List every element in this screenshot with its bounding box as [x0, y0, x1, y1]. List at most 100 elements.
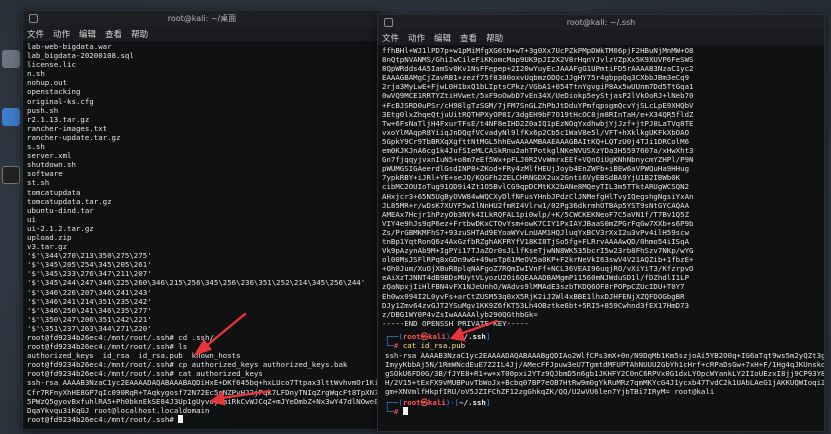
shell-prompt: root@fd9234b26ec4:/mnt/root/.ssh# [27, 342, 179, 352]
menu-edit[interactable]: 编辑 [79, 28, 96, 40]
menu-file[interactable]: 文件 [27, 28, 44, 40]
terminal-line: AHxjcr3+65N5UgByOVW84wWQCXyDlfNFusYHnbJP… [382, 191, 694, 201]
prompt-line-2: ┌──(root㉿kali)-[~/.ssh] [385, 398, 490, 407]
menu-file[interactable]: 文件 [382, 32, 399, 44]
shell-prompt: root@fd9234b26ec4:/mnt/root/.ssh# [27, 360, 179, 370]
public-key-output: ssh-rsa AAAAB3NzaC1yc2EAAAADAQABAAABgQDI… [385, 351, 825, 397]
terminal-line: Cfr7RFnyXhHE8GP7qIc090RqR+TAqkygosf72N72… [27, 387, 381, 397]
menu-help[interactable]: 帮助 [486, 32, 503, 44]
terminal-line: z/DBG1WY0P4vZsIwAAAAAlyb290QGthbGk= [382, 309, 538, 319]
menu-view[interactable]: 查看 [460, 32, 477, 44]
terminal-window-right[interactable]: root@kali: ~/.ssh 文件 动作 编辑 查看 帮助 ffhBHl+… [377, 14, 825, 432]
prompt-line-1: ┌──(root㉿kali)-[~/.ssh] [385, 332, 490, 341]
shell-command: cat authorized_keys [178, 369, 263, 379]
prompt-user-host: root㉿kali [402, 332, 446, 341]
terminal-line: Vk9pAzynAb9M+IgPYi17TJaZOr0sJLlfKseTjwNN… [382, 246, 694, 256]
terminal-window-left[interactable]: root@kali: ~/桌面 文件 动作 编辑 查看 帮助 lab-web-b… [22, 10, 382, 430]
terminal-line: rancher-images.txt [27, 123, 108, 133]
terminal-line: Zs/PrGBMKMFhS7+93zuSHTAd9EYoaWYvLnUAM1HQ… [382, 227, 690, 237]
terminal-line: '$'\350\247\206\351\242\221' [27, 314, 152, 324]
terminal-line: ui [27, 214, 36, 224]
text-cursor [402, 407, 408, 415]
terminal-line: +Oh0Jum/XuOjXBuR8plqNAFgoZ7RQmIwIVnFf+NC… [382, 264, 694, 274]
terminal-line: eAiXzTJNNT4dB9BDsMUytVLyozU2Oi6QEAAADBAM… [382, 273, 690, 283]
menu-edit[interactable]: 编辑 [434, 32, 451, 44]
desktop-terminal-icon[interactable] [2, 166, 20, 184]
shell-command: cp authorized_keys authorized_keys.bak [178, 360, 348, 370]
window-titlebar[interactable]: root@kali: ~/桌面 [23, 11, 381, 26]
terminal-line: 7ypkRBY+iJRl+YE+seJQ/KQGFh2ZELCHRNGDX2ux… [382, 173, 681, 183]
terminal-line: '$'\345\205\254\345\205\261' [27, 260, 152, 270]
terminal-line: tomcatupdata.tar.gz [27, 196, 112, 206]
prompt-frame-mid: )-[ [445, 332, 460, 341]
terminal-line: 3Etg0lxZhqeQtjuUitRQTHPXyOP8I/3dgEH9bF7O… [382, 109, 694, 119]
terminal-line: ubuntu-dind.tar [27, 205, 94, 215]
terminal-line: 5GpkY9Cr9TbBRXqXgfttNtMGL5hhEwAAAAMBAAEA… [382, 136, 690, 146]
terminal-line: DJy1Zmv64zvGJT2YSuMgv1KK9Z6fKT53Lh4OBztk… [382, 300, 690, 310]
terminal-line: upload.zip [27, 232, 72, 242]
terminal-line: software [27, 169, 63, 179]
prompt-frame-bottom: └─ [385, 407, 394, 416]
terminal-line: DqaYkvqu3iKqGJ root@localhost.localdomai… [27, 405, 210, 415]
terminal-line: lab_bigdata-20200108.sql [27, 51, 134, 61]
shell-command: cd .ssh/ [178, 333, 214, 342]
public-key-line: ssh-rsa AAAAB3NzaC1yc2EAAAADAQABAAABgQDI… [385, 351, 825, 360]
terminal-line: 0wVQ9MCE1RRTYZtiHVwet/5xF9oOwbD7vEn34X/U… [382, 91, 694, 101]
desktop-file-icon[interactable] [2, 50, 20, 68]
terminal-line: lab-web-bigdata.war [27, 42, 112, 51]
menu-help[interactable]: 帮助 [131, 28, 148, 40]
terminal-line: zQaNpxjIiHlFBN4vFX1NJeUnhO/WAdvs9lMMAdE3… [382, 282, 685, 292]
public-key-line: ImyyKbbAj5N/1RmWNcdEuE7Z2IL4Jj/AMecFFJpu… [385, 360, 825, 370]
terminal-line: ol00MsJSFlRPq8xGDn9wG+49wsTp61MeOV5a0KP+… [382, 255, 694, 265]
terminal-line: '$'\345\244\247\346\225\260\346\215\256\… [27, 278, 366, 288]
window-title: root@kali: ~/桌面 [167, 14, 237, 23]
terminal-line: authorized_keys id_rsa id_rsa.pub known_… [27, 351, 241, 361]
window-title: root@kali: ~/.ssh [566, 18, 636, 27]
menu-view[interactable]: 查看 [105, 28, 122, 40]
terminal-line: license.lic [27, 60, 76, 70]
prompt-user-host: root㉿kali [402, 398, 446, 407]
active-prompt[interactable]: └─# [385, 407, 408, 416]
terminal-line: -----END OPENSSH PRIVATE KEY----- [382, 318, 529, 328]
terminal-line: v3.tar.gz [27, 242, 68, 252]
public-key-line: gSOkU6FD0G/3B/fJYE8+R1+w+xT00pxi2YTz9QJb… [385, 369, 825, 379]
terminal-line: +FcBJSRD0uPSr/cH98lgTzSGM/7jFM7SnGLZhPbJ… [382, 100, 694, 110]
prompt-frame-end: ] [485, 398, 491, 407]
prompt-frame-bottom: └─ [385, 341, 394, 350]
terminal-output[interactable]: ffhBHl+WJ1lPD7p+w1pMiMfgXG6tN+wT+3g0Xx7U… [378, 45, 824, 328]
shell-prompt: root@fd9234b26ec4:/mnt/root/.ssh# [27, 414, 179, 424]
terminal-line: '$'\346\250\241\346\235\277' [27, 305, 152, 315]
terminal-app-icon [384, 18, 393, 27]
terminal-line: AMEAx7Hcjr1hPzyOb3NYk4ILkRQFAL1pi0wlp/+K… [382, 209, 690, 219]
terminal-line: root@fd9234b26ec4:/mnt/root/.ssh# cd .ss… [27, 333, 377, 342]
menu-bar: 文件 动作 编辑 查看 帮助 [378, 30, 824, 45]
terminal-line: s.sh [27, 142, 45, 152]
terminal-line: VIY4e9hJs9qP6ez+FrtbwDKxCTOvYsm+owK7CIY1… [382, 218, 694, 228]
terminal-line: '$'\346\226\207\346\241\243' [27, 287, 152, 297]
terminal-line: em0KJKJnA6cg1k4JufSIeMLCASkRnu2ahTPotkgl… [382, 146, 694, 156]
terminal-line: 2rja3MyLwE+FjwL0H1bxQ1bLIptsCPkz/VGbA1+0… [382, 82, 694, 92]
terminal-line: pWUMGSIGAeerdlGsdINP8+ZKod+FRy4zMlfHEUjJ… [382, 164, 690, 174]
prompt-path: ~/.ssh [459, 332, 486, 341]
terminal-line: EAAAGBAMgCjZavRB1+zezf75f8300oxvUqbmzODQ… [382, 73, 690, 83]
shell-command: ls [178, 342, 188, 352]
desktop-folder-icon[interactable] [2, 108, 20, 126]
terminal-line: 5PWzQ5gyovBxfuhlRA5+Ph0bknEkSE84J3Up1gUy… [27, 396, 381, 406]
text-cursor [178, 414, 184, 423]
menu-action[interactable]: 动作 [408, 32, 425, 44]
terminal-output[interactable]: lab-web-bigdata.war lab_bigdata-20200108.… [23, 41, 381, 424]
terminal-line: cibMC2OUIoTug91QD9i4Zt1O5BvlCG9qpDCMtKX2… [382, 182, 690, 192]
public-key-line: H/2V15+tExFX9vMUBPuvTbWoJx+Bcbq07BP7eOB7… [385, 378, 825, 388]
terminal-line: openstacking [27, 87, 81, 97]
window-titlebar[interactable]: root@kali: ~/.ssh [378, 15, 824, 30]
public-key-line: gm+XNVmlfHkpfIRU/oV5JZIFChZF12zgGhkqZK/Q… [385, 387, 715, 397]
terminal-line: '$'\351\237\263\344\271\220' [27, 323, 152, 333]
menu-action[interactable]: 动作 [53, 28, 70, 40]
terminal-line: Tw+6FsNaTljH4FxurTFsE/t4NF8eIHD2Z0aIQ1pE… [382, 118, 694, 128]
terminal-line: ffhBHl+WJ1lPD7p+w1pMiMfgXG6tN+wT+3g0Xx7U… [382, 46, 694, 55]
terminal-line: tnBp1YqtRonQ6z4AxGzfbRZghAKFRYfV18KI8TjS… [382, 236, 690, 246]
terminal-app-icon [29, 14, 38, 23]
terminal-line: r2.1.13.tar.gz [27, 114, 90, 124]
terminal-line: '$'\344\270\213\350\275\275' [27, 251, 152, 261]
terminal-line: 8nQtpNVANMS/GhiIwCileFiKKomcMap9UK9pJI2X… [382, 55, 694, 65]
